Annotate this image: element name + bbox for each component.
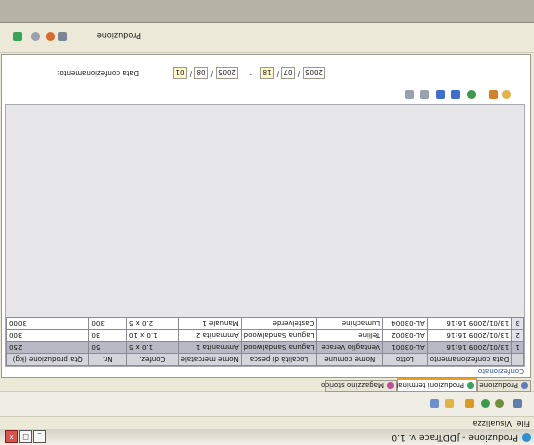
produzione-icon [521, 382, 528, 389]
col-nome-mercatale[interactable]: Nome mercatale [178, 353, 242, 366]
close-button[interactable]: x [5, 430, 18, 443]
minimize-button[interactable]: _ [33, 430, 46, 443]
view-icon[interactable] [58, 32, 67, 41]
row-number: 3 [511, 317, 524, 330]
cell-nome[interactable]: Ventaglio Verace [316, 341, 383, 354]
col-nr[interactable]: Nr. [88, 353, 127, 366]
cell-confez[interactable]: 1.0 x 10 [126, 329, 179, 342]
cell-data[interactable]: 13/01/2009 16:16 [427, 317, 512, 330]
previous-record-icon[interactable] [420, 90, 429, 99]
cell-nome[interactable]: Lumachine [316, 317, 383, 330]
settings-icon[interactable] [502, 90, 511, 99]
add-icon[interactable] [481, 399, 490, 408]
cell-localita[interactable]: Laguna Sandalwood [241, 329, 317, 342]
navigation-strip [7, 83, 525, 105]
cell-mercatale[interactable]: Ammanita 2 [178, 329, 242, 342]
menu-file[interactable]: File [517, 419, 530, 428]
magazzino-icon [387, 382, 394, 389]
row-number: 2 [511, 329, 524, 342]
col-confez[interactable]: Confez. [126, 353, 179, 366]
app-window: Produzione - JDDTrace v. 1.0 _ □ x File … [0, 0, 534, 445]
produzioni-icon [467, 382, 474, 389]
cell-mercatale[interactable]: Manuale 1 [178, 317, 242, 330]
tab-produzioni-terminate[interactable]: Produzioni terminate [391, 378, 477, 392]
date-separator: / [297, 70, 300, 78]
action-toolbar: Produzione [0, 22, 534, 53]
cell-localita[interactable]: Castelverde [241, 317, 317, 330]
produzione-label: Produzione [96, 31, 141, 40]
refresh-icon[interactable] [495, 399, 504, 408]
col-qta[interactable]: Qta produzione (kg) [6, 353, 89, 366]
header-row: Data confezionamento Lotto Nome comune L… [6, 353, 524, 366]
date-separator: / [210, 70, 213, 78]
stop-icon[interactable] [31, 32, 40, 41]
menu-visualizza[interactable]: Visualizza [473, 419, 512, 428]
print-icon[interactable] [489, 90, 498, 99]
to-year-input[interactable]: 2005 [303, 67, 325, 79]
delete-icon[interactable] [46, 32, 55, 41]
cell-lotto[interactable]: AL-03001 [382, 341, 428, 354]
status-bar [0, 0, 534, 23]
cell-qta[interactable]: 250 [6, 341, 89, 354]
refresh-icon[interactable] [467, 90, 476, 99]
cell-mercatale[interactable]: Ammanita 1 [178, 341, 242, 354]
last-record-icon[interactable] [451, 90, 460, 99]
table-row[interactable]: 3 13/01/2009 16:16 AL-03004 Lumachine Ca… [6, 317, 524, 330]
date-filter-bar: 2005 / 07 / 18 - 2005 / 08 / 01 Data con… [7, 65, 525, 81]
col-localita[interactable]: Località di pesca [241, 353, 317, 366]
group-label: Confezionato [477, 367, 524, 375]
to-day-input[interactable]: 18 [260, 67, 274, 79]
maximize-button[interactable]: □ [19, 430, 32, 443]
cell-nome[interactable]: Telline [316, 329, 383, 342]
col-nome-comune[interactable]: Nome comune [316, 353, 383, 366]
col-rownum [511, 353, 524, 366]
produzioni-panel: Confezionato Data confezionamento Lotto … [1, 54, 531, 378]
window-title: Produzione - JDDTrace v. 1.0 [391, 432, 518, 442]
first-record-icon[interactable] [405, 90, 414, 99]
cell-nr[interactable]: 300 [88, 317, 127, 330]
to-month-input[interactable]: 07 [281, 67, 295, 79]
app-icon [522, 433, 531, 442]
from-day-input[interactable]: 01 [173, 67, 187, 79]
cell-data[interactable]: 13/01/2009 16:16 [427, 341, 512, 354]
range-separator: - [249, 70, 252, 78]
menu-bar: File Visualizza [0, 416, 534, 429]
data-grid: Data confezionamento Lotto Nome comune L… [5, 104, 525, 367]
page-icon[interactable] [430, 399, 439, 408]
tab-label: Produzione [479, 381, 518, 389]
date-separator: / [276, 70, 279, 78]
table-row[interactable]: 2 13/01/2009 16:16 AL-03002 Telline Lagu… [6, 329, 524, 342]
cell-localita[interactable]: Laguna Sandalwood [241, 341, 317, 354]
col-lotto[interactable]: Lotto [382, 353, 428, 366]
main-toolbar [0, 391, 534, 416]
cell-nr[interactable]: 50 [88, 341, 127, 354]
next-record-icon[interactable] [436, 90, 445, 99]
date-filter-label: Data confezionamento: [57, 69, 139, 77]
cell-confez[interactable]: 1.0 x 5 [126, 341, 179, 354]
tab-produzione[interactable]: Produzione [477, 380, 531, 392]
tag-icon[interactable] [465, 399, 474, 408]
cell-data[interactable]: 13/01/2009 16:16 [427, 329, 512, 342]
cell-lotto[interactable]: AL-03004 [382, 317, 428, 330]
start-icon[interactable] [13, 32, 22, 41]
col-data[interactable]: Data confezionamento [427, 353, 512, 366]
cell-confez[interactable]: 2.0 x 5 [126, 317, 179, 330]
tab-magazzino-storico[interactable]: Magazzino storico [321, 380, 397, 392]
from-month-input[interactable]: 08 [194, 67, 208, 79]
cell-lotto[interactable]: AL-03002 [382, 329, 428, 342]
folder-icon[interactable] [445, 399, 454, 408]
tab-strip: Produzione Produzioni terminate Magazzin… [0, 378, 534, 392]
date-separator: / [189, 70, 192, 78]
cell-qta[interactable]: 300 [6, 329, 89, 342]
tab-label: Magazzino storico [321, 381, 384, 389]
production-table: Data confezionamento Lotto Nome comune L… [6, 317, 524, 366]
sheet-icon[interactable] [513, 399, 522, 408]
row-number: 1 [511, 341, 524, 354]
table-row[interactable]: 1 13/01/2009 16:16 AL-03001 Ventaglio Ve… [6, 341, 524, 354]
cell-nr[interactable]: 30 [88, 329, 127, 342]
tab-label: Produzioni terminate [391, 381, 464, 389]
title-bar: Produzione - JDDTrace v. 1.0 _ □ x [0, 428, 534, 445]
from-year-input[interactable]: 2005 [216, 67, 238, 79]
cell-qta[interactable]: 3000 [6, 317, 89, 330]
